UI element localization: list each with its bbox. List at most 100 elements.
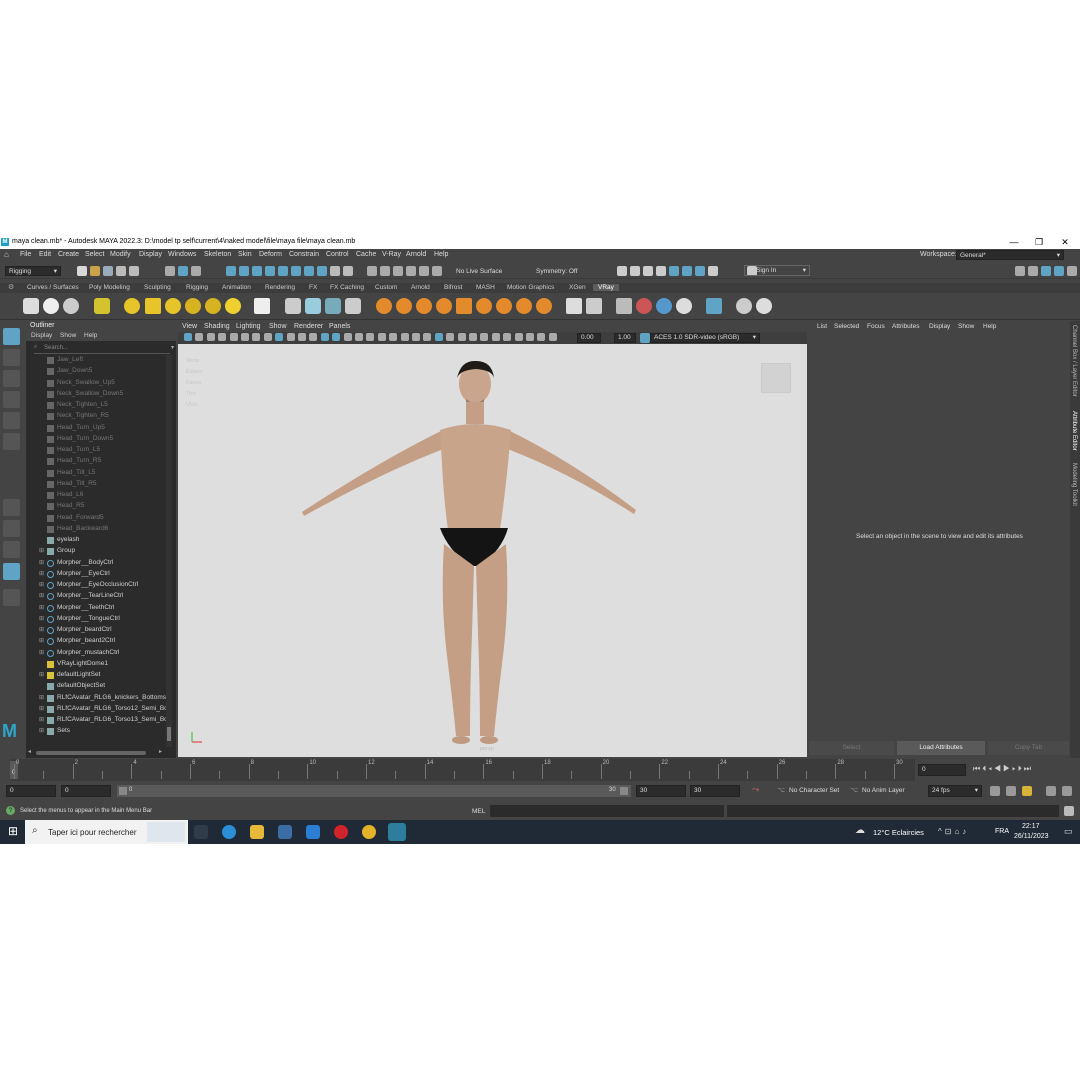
vray-blend-icon[interactable] [396,298,412,314]
outliner-item[interactable]: VRayLightDome1 [26,659,166,670]
viewport-tool-icon[interactable] [412,333,420,341]
range-start-field[interactable]: 0 [61,785,111,797]
outliner-item[interactable]: ⊞ Morpher__TearLineCtrl [26,591,166,602]
select-component-icon[interactable] [191,266,201,276]
viewport-tool-icon[interactable] [252,333,261,341]
tab-poly-modeling[interactable]: Poly Modeling [89,284,130,291]
notification-icon[interactable]: ▭ [1064,826,1073,837]
outliner-item[interactable]: Head_R5 [26,501,166,512]
viewport-tool-icon[interactable] [491,333,500,341]
dome-light-icon[interactable] [124,298,140,314]
lock-icon[interactable] [330,266,340,276]
end-time-field[interactable]: 30 [690,785,740,797]
layout4-icon[interactable] [1054,266,1064,276]
tab-fx[interactable]: FX [309,284,317,291]
hypershade-icon[interactable] [682,266,692,276]
vp-menu-renderer[interactable]: Renderer [294,323,323,330]
store-icon[interactable] [278,825,292,839]
outliner-item[interactable]: ⊞ Morpher__TeethCtrl [26,603,166,614]
viewport-tool-icon[interactable] [343,333,352,341]
snap-curve-icon[interactable] [239,266,249,276]
scroll-right-icon[interactable]: ▸ [159,748,162,755]
vp-menu-show[interactable]: Show [269,323,287,330]
restore-button[interactable]: ❐ [1027,236,1051,249]
snap-surface-icon[interactable] [278,266,288,276]
anim-prefs-icon[interactable] [1046,786,1056,796]
outliner-hscroll[interactable]: ◂ ▸ [26,749,172,757]
range-handle-end[interactable] [620,787,628,795]
sound-icon[interactable] [1006,786,1016,796]
viewport-tool-icon[interactable] [184,333,192,341]
layout3-icon[interactable] [1041,266,1051,276]
outliner-item[interactable]: Head_Forward5 [26,513,166,524]
viewport-tool-icon[interactable] [526,333,534,341]
vray-settings-icon[interactable] [63,298,79,314]
outliner-item[interactable]: ⊞ defaultLightSet [26,670,166,681]
workspace-dropdown[interactable]: General* ▾ [956,250,1064,260]
viewport-tool-icon[interactable] [434,333,443,341]
tab-animation[interactable]: Animation [222,284,251,291]
auto-key-icon[interactable]: ⤳ [752,784,759,795]
tab-custom[interactable]: Custom [375,284,397,291]
outliner-item[interactable]: ⊞ Morpher_mustachCtrl [26,648,166,659]
vray-fire-icon[interactable] [416,298,432,314]
vray-ipr-icon[interactable] [43,298,59,314]
menu-skin[interactable]: Skin [238,251,252,258]
viewport-tool-icon[interactable] [229,333,238,341]
minimize-button[interactable]: — [1002,236,1026,249]
menuset-dropdown[interactable]: Rigging ▾ [5,266,61,276]
expand-icon[interactable]: ⊞ [39,626,44,633]
vray-lister-icon[interactable] [616,298,632,314]
settings-icon[interactable] [1062,786,1072,796]
command-input[interactable] [490,805,724,817]
vp-menu-lighting[interactable]: Lighting [236,323,261,330]
outliner-item[interactable]: Neck_Swallow_Up5 [26,378,166,389]
ae-copy-tab-button[interactable]: Copy Tab [988,741,1069,755]
select-tool-icon[interactable] [3,328,20,345]
range-handle-start[interactable] [119,787,127,795]
input-ops-icon[interactable] [367,266,377,276]
outliner-item[interactable]: Neck_Swallow_Down5 [26,389,166,400]
viewport-tool-icon[interactable] [537,333,546,341]
menu-edit[interactable]: Edit [39,251,51,258]
history-icon[interactable] [343,266,353,276]
vray-render-icon[interactable] [23,298,39,314]
render-seq-icon[interactable] [630,266,640,276]
rotate-tool-icon[interactable] [3,412,20,429]
outliner-item[interactable]: ⊞ Morpher__BodyCtrl [26,558,166,569]
scroll-thumb[interactable] [167,727,171,741]
scale-tool-icon[interactable] [3,433,20,450]
outliner-item[interactable]: Jaw_Down5 [26,366,166,377]
outliner-item[interactable]: ⊞ Morpher_beardCtrl [26,625,166,636]
viewport-tool-icon[interactable] [389,333,398,341]
expand-icon[interactable]: ⊞ [39,547,44,554]
outliner-menu-show[interactable]: Show [60,332,76,339]
menu-control[interactable]: Control [326,251,349,258]
vray-warning-icon[interactable] [566,298,582,314]
render-settings-icon[interactable] [656,266,666,276]
viewport-tool-icon[interactable] [469,333,477,341]
tab-mash[interactable]: MASH [476,284,495,291]
vp-menu-view[interactable]: View [182,323,197,330]
menu-arnold[interactable]: Arnold [406,251,426,258]
search-icon[interactable] [3,589,20,606]
viewport-tool-icon[interactable] [309,333,318,341]
vray-fur-icon[interactable] [345,298,361,314]
vray-cloud-icon[interactable] [676,298,692,314]
clock-time[interactable]: 22:17 [1022,823,1040,830]
refresh-icon[interactable] [432,266,442,276]
vray-swatches-icon[interactable] [656,298,672,314]
vray-gear-icon[interactable] [536,298,552,314]
expand-icon[interactable]: ⊞ [39,592,44,599]
render-view-icon[interactable] [695,266,705,276]
anim-layer-label[interactable]: No Anim Layer [862,787,905,794]
outliner-search-field[interactable]: ⌕ Search... ▾ [34,344,174,354]
ae-menu-show[interactable]: Show [958,323,974,330]
viewport-tool-icon[interactable] [480,333,489,341]
range-bar[interactable]: 0 30 [117,785,631,797]
outliner-item[interactable]: Head_Turn_Down5 [26,434,166,445]
viewport-tool-icon[interactable] [457,333,466,341]
pause-icon[interactable] [708,266,718,276]
start-time-field[interactable]: 0 [6,785,56,797]
input-lang[interactable]: FRA [995,828,1009,835]
